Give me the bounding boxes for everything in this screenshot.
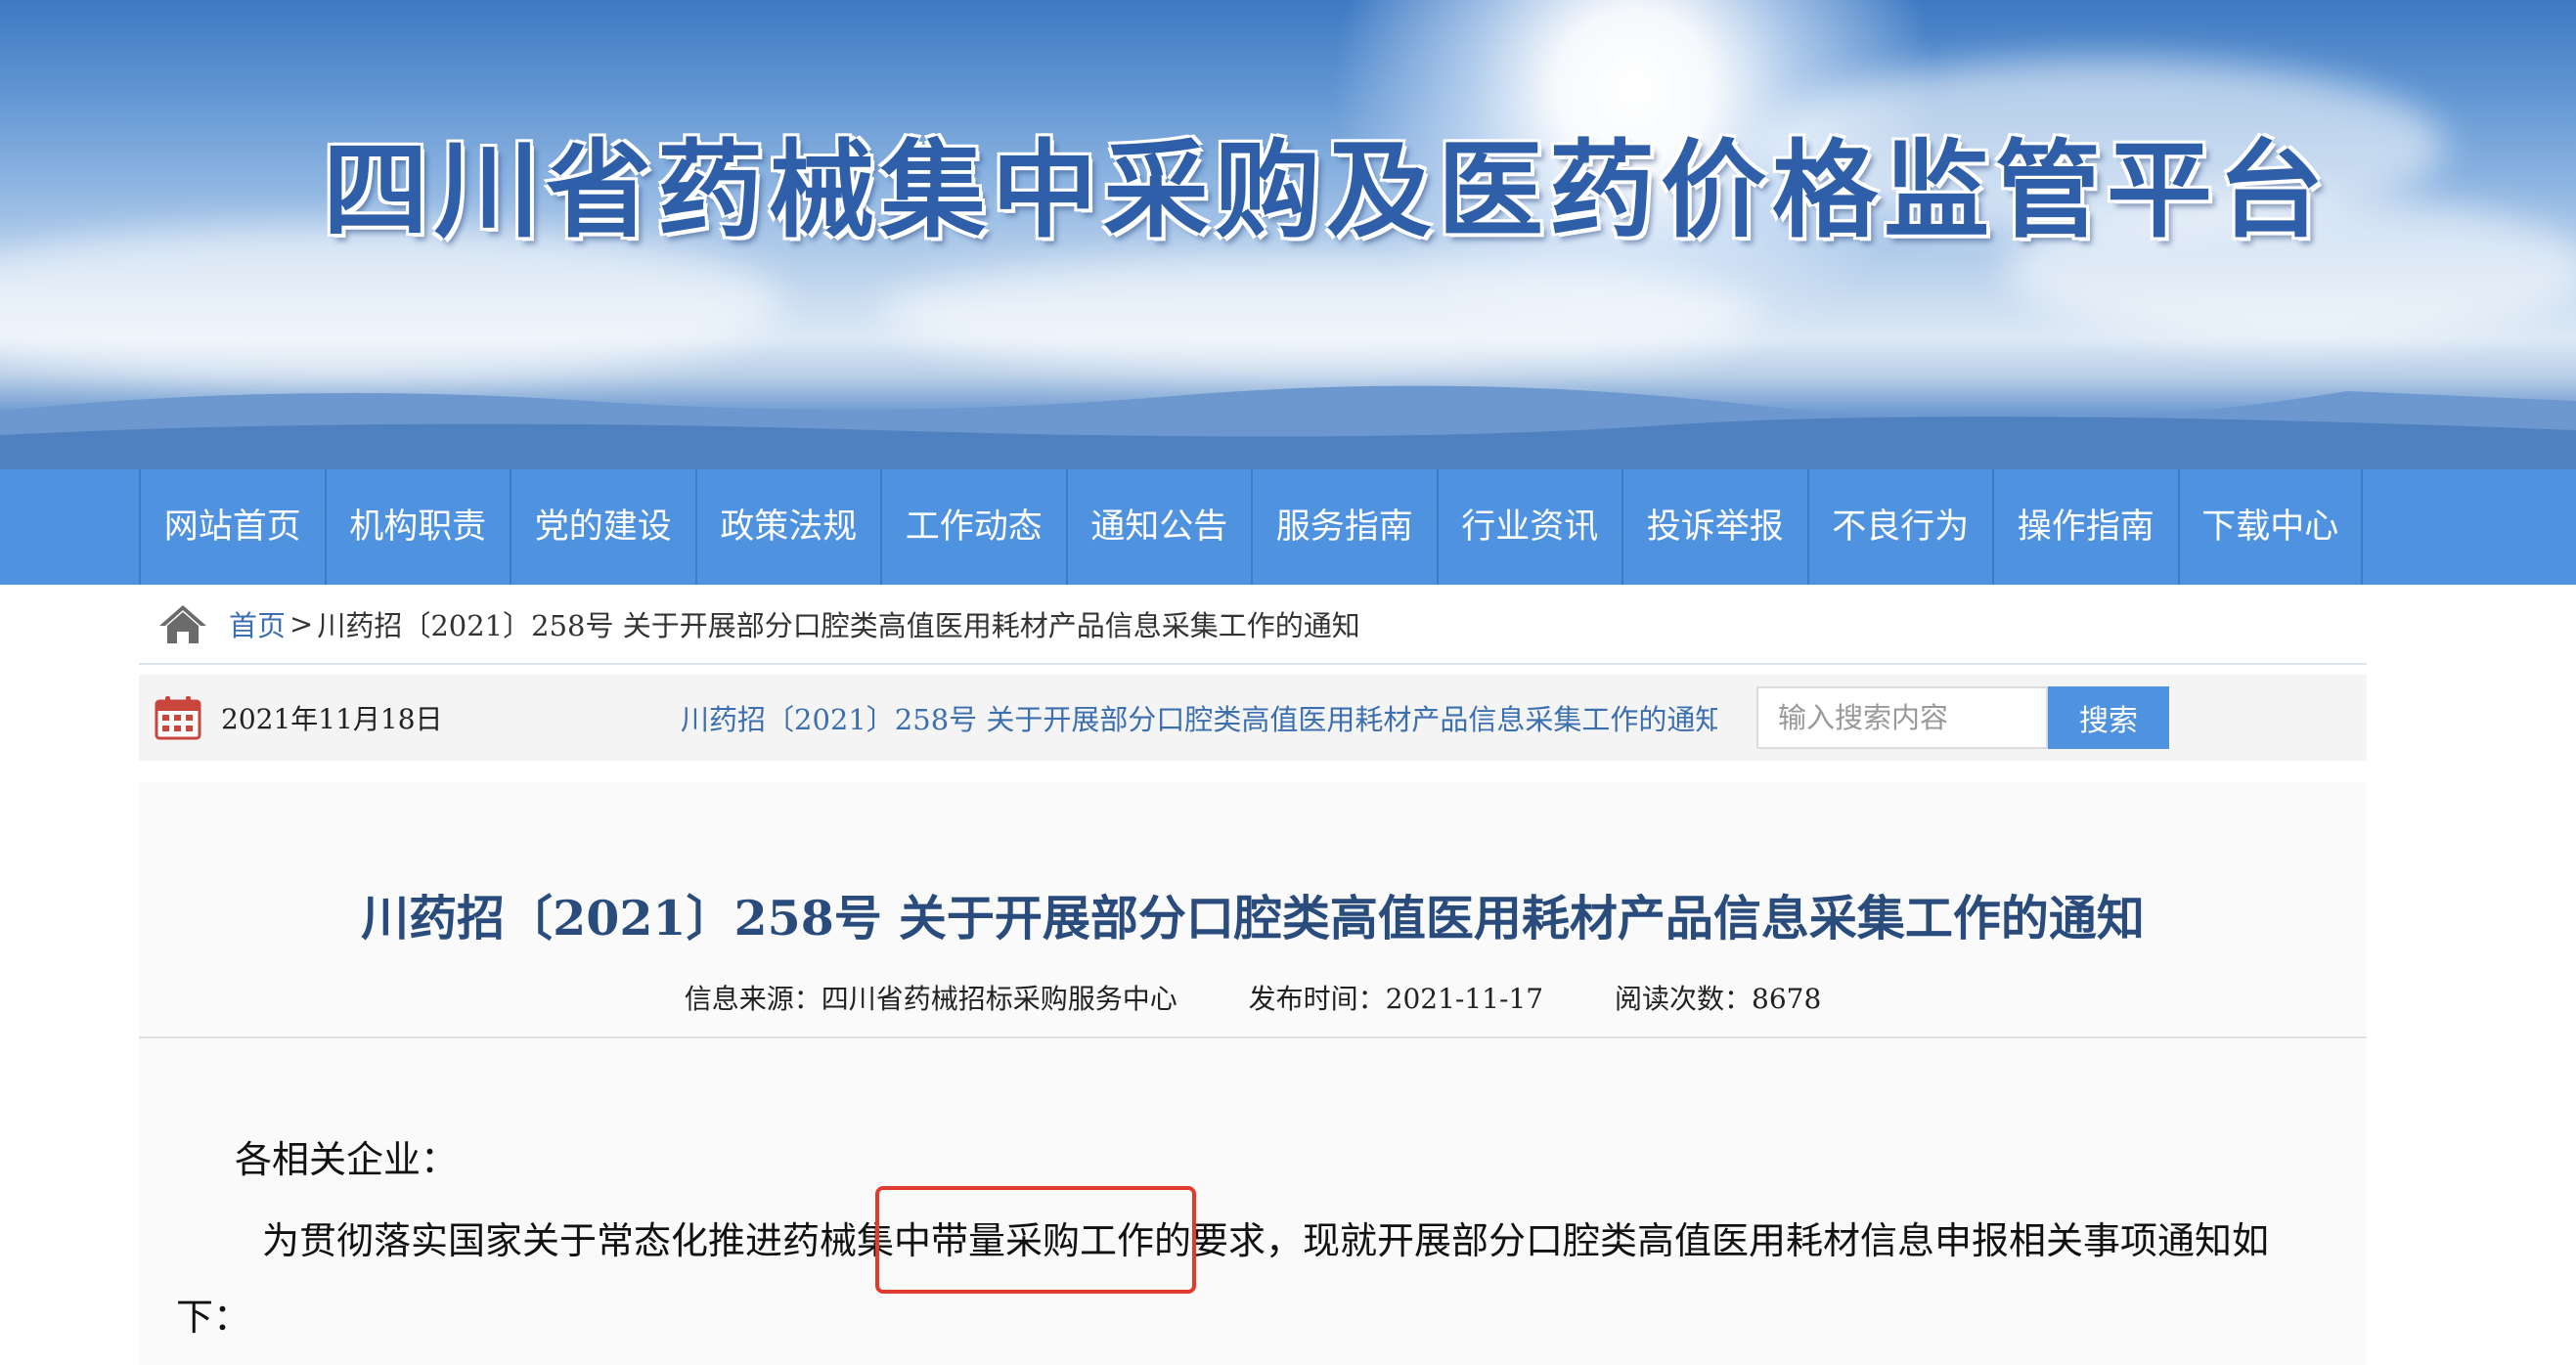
article-title: 川药招〔2021〕258号 关于开展部分口腔类高值医用耗材产品信息采集工作的通知 bbox=[361, 890, 2145, 947]
nav-item-party[interactable]: 党的建设 bbox=[510, 469, 695, 585]
article-publish-time: 发布时间：2021-11-17 bbox=[1248, 983, 1544, 1015]
search-button[interactable]: 搜索 bbox=[2048, 686, 2169, 749]
article-source: 信息来源：四川省药械招标采购服务中心 bbox=[684, 983, 1177, 1015]
breadcrumb: 首页 > 川药招〔2021〕258号 关于开展部分口腔类高值医用耗材产品信息采集… bbox=[139, 585, 2367, 665]
scrolling-notice-link[interactable]: 川药招〔2021〕258号 关于开展部分口腔类高值医用耗材产品信息采集工作的通知 bbox=[681, 697, 1717, 738]
article-meta: 信息来源：四川省药械招标采购服务中心 发布时间：2021-11-17 阅读次数：… bbox=[139, 978, 2367, 1017]
search-input[interactable] bbox=[1756, 686, 2048, 749]
breadcrumb-separator: > bbox=[289, 607, 314, 640]
nav-item-home[interactable]: 网站首页 bbox=[139, 469, 325, 585]
article-paragraph: 为贯彻落实国家关于常态化推进药械集中带量采购工作的要求，现就开展部分口腔类高值医… bbox=[176, 1219, 2270, 1339]
cloud bbox=[880, 254, 1760, 372]
current-date: 2021年11月18日 bbox=[221, 703, 443, 735]
nav-item-notices[interactable]: 通知公告 bbox=[1065, 469, 1252, 585]
mountain-silhouette bbox=[0, 385, 2576, 469]
nav-item-misconduct[interactable]: 不良行为 bbox=[1806, 469, 1993, 585]
calendar-icon bbox=[155, 696, 201, 740]
nav-item-news[interactable]: 工作动态 bbox=[880, 469, 1066, 585]
nav-item-complaints[interactable]: 投诉举报 bbox=[1621, 469, 1807, 585]
highlight-annotation-box bbox=[875, 1186, 1196, 1294]
main-nav: 网站首页 机构职责 党的建设 政策法规 工作动态 通知公告 服务指南 行业资讯 … bbox=[0, 469, 2576, 585]
nav-item-service-guide[interactable]: 服务指南 bbox=[1251, 469, 1437, 585]
info-bar: 2021年11月18日 川药招〔2021〕258号 关于开展部分口腔类高值医用耗… bbox=[139, 675, 2367, 761]
header-banner: 四川省药械集中采购及医药价格监管平台 bbox=[0, 0, 2576, 469]
nav-item-operation-guide[interactable]: 操作指南 bbox=[1992, 469, 2178, 585]
article-read-count: 阅读次数：8678 bbox=[1615, 983, 1822, 1015]
site-title: 四川省药械集中采购及医药价格监管平台 bbox=[323, 130, 2331, 252]
nav-item-industry-info[interactable]: 行业资讯 bbox=[1436, 469, 1622, 585]
article-greeting: 各相关企业： bbox=[235, 1138, 459, 1181]
breadcrumb-home-link[interactable]: 首页 bbox=[229, 603, 286, 644]
nav-item-downloads[interactable]: 下载中心 bbox=[2177, 469, 2363, 585]
nav-item-policy[interactable]: 政策法规 bbox=[694, 469, 881, 585]
home-icon[interactable] bbox=[156, 602, 209, 645]
divider bbox=[139, 1036, 2367, 1038]
breadcrumb-current: 川药招〔2021〕258号 关于开展部分口腔类高值医用耗材产品信息采集工作的通知 bbox=[317, 609, 1360, 642]
nav-item-organization[interactable]: 机构职责 bbox=[324, 469, 511, 585]
